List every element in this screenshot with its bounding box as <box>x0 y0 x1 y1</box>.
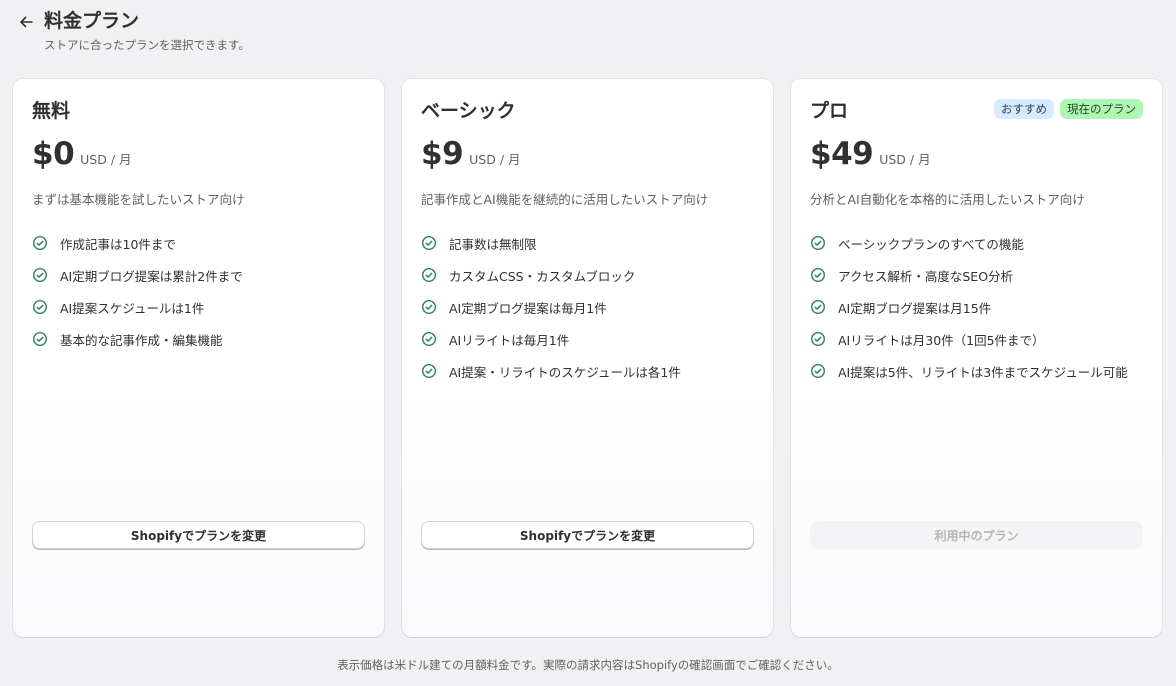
feature-text: アクセス解析・高度なSEO分析 <box>838 268 1014 284</box>
feature-list: ベーシックプランのすべての機能 アクセス解析・高度なSEO分析 AI定期ブログ提… <box>810 227 1143 387</box>
check-circle-icon <box>421 235 437 251</box>
feature-item: AIリライトは月30件（1回5件まで） <box>810 323 1143 355</box>
check-circle-icon <box>421 267 437 283</box>
pricing-footnote: 表示価格は米ドル建ての月額料金です。実際の請求内容はShopifyの確認画面でご… <box>337 658 839 672</box>
plan-card-basic: ベーシック $9 USD / 月 記事作成とAI機能を継続的に活用したいストア向… <box>402 79 773 637</box>
feature-item: カスタムCSS・カスタムブロック <box>421 259 754 291</box>
check-circle-icon <box>32 299 48 315</box>
feature-text: ベーシックプランのすべての機能 <box>838 236 1024 252</box>
feature-item: 基本的な記事作成・編集機能 <box>32 323 365 355</box>
feature-text: 作成記事は10件まで <box>60 236 176 252</box>
check-circle-icon <box>810 331 826 347</box>
plan-card-free: 無料 $0 USD / 月 まずは基本機能を試したいストア向け 作成記事は10件… <box>13 79 384 637</box>
change-plan-button[interactable]: Shopifyでプランを変更 <box>421 521 754 549</box>
plan-price-unit: USD / 月 <box>879 152 931 167</box>
recommended-badge: おすすめ <box>994 99 1054 119</box>
feature-item: AI提案は5件、リライトは3件までスケジュール可能 <box>810 355 1143 387</box>
plan-description: まずは基本機能を試したいストア向け <box>32 192 245 207</box>
plan-cards: 無料 $0 USD / 月 まずは基本機能を試したいストア向け 作成記事は10件… <box>13 79 1162 637</box>
feature-text: AI提案・リライトのスケジュールは各1件 <box>449 364 681 380</box>
feature-item: AIリライトは毎月1件 <box>421 323 754 355</box>
check-circle-icon <box>32 331 48 347</box>
check-circle-icon <box>421 363 437 379</box>
plan-price: $49 <box>810 136 874 172</box>
plan-description: 分析とAI自動化を本格的に活用したいストア向け <box>810 192 1085 207</box>
feature-text: AI定期ブログ提案は毎月1件 <box>449 300 607 316</box>
page-subtitle: ストアに合ったプランを選択できます。 <box>44 38 250 52</box>
current-plan-badge: 現在のプラン <box>1060 99 1143 119</box>
feature-text: AI提案は5件、リライトは3件までスケジュール可能 <box>838 364 1128 380</box>
plan-description: 記事作成とAI機能を継続的に活用したいストア向け <box>421 192 709 207</box>
feature-item: AI定期ブログ提案は累計2件まで <box>32 259 365 291</box>
check-circle-icon <box>810 363 826 379</box>
feature-list: 記事数は無制限 カスタムCSS・カスタムブロック AI定期ブログ提案は毎月1件 … <box>421 227 754 387</box>
check-circle-icon <box>810 299 826 315</box>
feature-text: AIリライトは毎月1件 <box>449 332 570 348</box>
plan-card-pro: プロ おすすめ 現在のプラン $49 USD / 月 分析とAI自動化を本格的に… <box>791 79 1162 637</box>
check-circle-icon <box>810 267 826 283</box>
feature-item: ベーシックプランのすべての機能 <box>810 227 1143 259</box>
feature-text: AIリライトは月30件（1回5件まで） <box>838 332 1045 348</box>
feature-item: AI提案スケジュールは1件 <box>32 291 365 323</box>
page-header: 料金プラン ストアに合ったプランを選択できます。 <box>16 8 250 53</box>
change-plan-button[interactable]: Shopifyでプランを変更 <box>32 521 365 549</box>
feature-text: AI定期ブログ提案は累計2件まで <box>60 268 243 284</box>
plan-name: プロ <box>810 99 849 122</box>
feature-item: AI定期ブログ提案は月15件 <box>810 291 1143 323</box>
arrow-left-icon <box>20 16 33 28</box>
feature-item: AI提案・リライトのスケジュールは各1件 <box>421 355 754 387</box>
check-circle-icon <box>32 267 48 283</box>
feature-item: アクセス解析・高度なSEO分析 <box>810 259 1143 291</box>
plan-name: 無料 <box>32 99 71 122</box>
current-plan-button: 利用中のプラン <box>810 521 1143 549</box>
plan-price-unit: USD / 月 <box>469 152 521 167</box>
plan-name: ベーシック <box>421 99 516 122</box>
plan-price: $9 <box>421 136 464 172</box>
check-circle-icon <box>32 235 48 251</box>
check-circle-icon <box>421 331 437 347</box>
check-circle-icon <box>810 235 826 251</box>
feature-text: AI定期ブログ提案は月15件 <box>838 300 992 316</box>
feature-item: 作成記事は10件まで <box>32 227 365 259</box>
feature-text: 基本的な記事作成・編集機能 <box>60 332 223 348</box>
check-circle-icon <box>421 299 437 315</box>
page-title: 料金プラン <box>44 10 140 32</box>
feature-text: AI提案スケジュールは1件 <box>60 300 205 316</box>
plan-price: $0 <box>32 136 75 172</box>
feature-item: 記事数は無制限 <box>421 227 754 259</box>
feature-text: カスタムCSS・カスタムブロック <box>449 268 636 284</box>
feature-list: 作成記事は10件まで AI定期ブログ提案は累計2件まで AI提案スケジュールは1… <box>32 227 365 355</box>
plan-price-unit: USD / 月 <box>80 152 132 167</box>
back-button[interactable] <box>16 10 36 34</box>
feature-item: AI定期ブログ提案は毎月1件 <box>421 291 754 323</box>
feature-text: 記事数は無制限 <box>449 236 537 252</box>
